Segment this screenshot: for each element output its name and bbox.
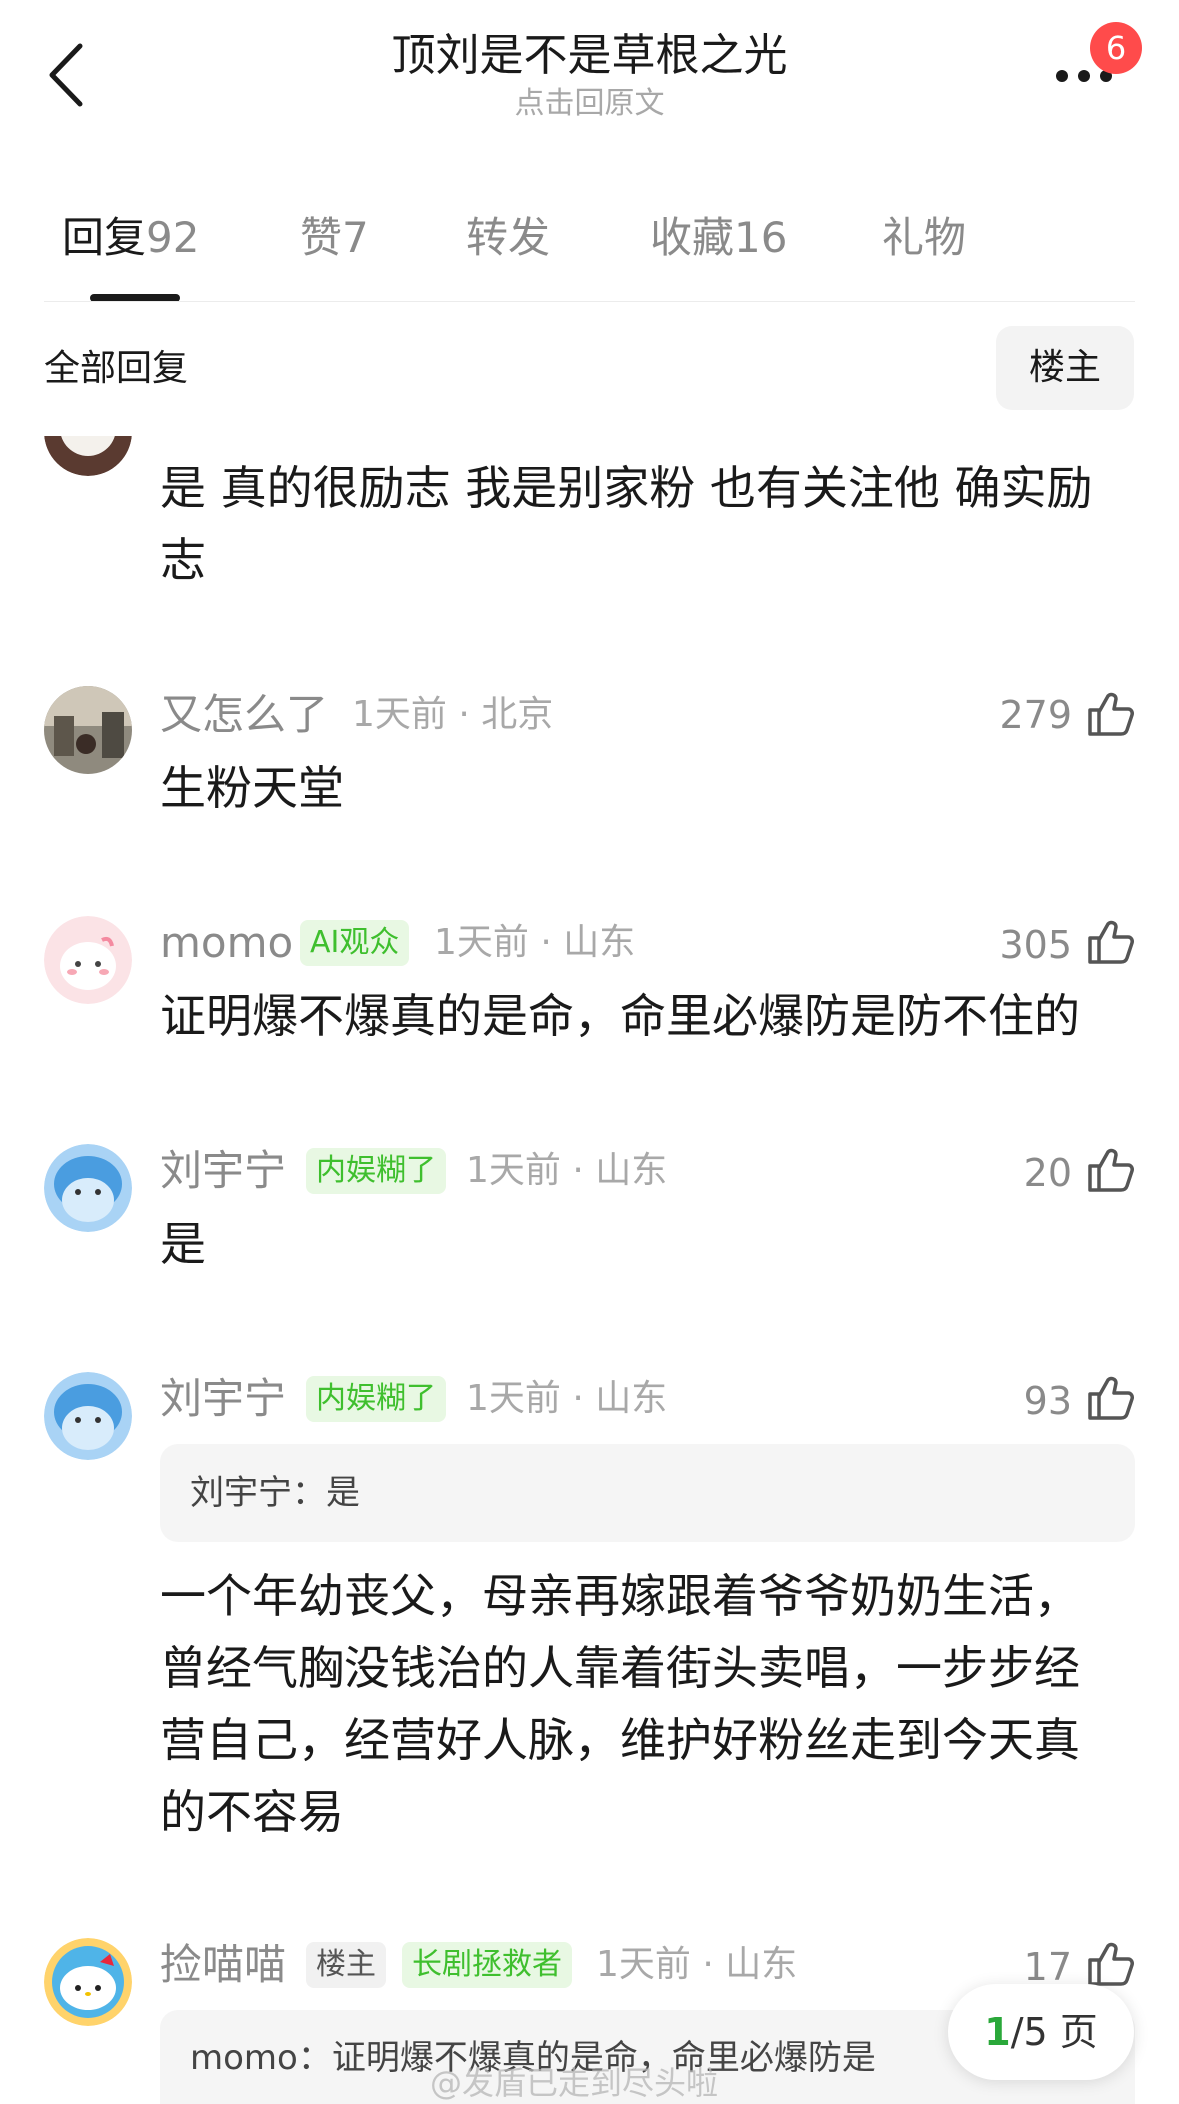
fan-badge: 内娱糊了	[306, 1148, 446, 1194]
tab-replies-label: 回复	[62, 213, 147, 262]
quoted-reply[interactable]: 刘宇宁：是	[160, 1444, 1135, 1542]
tab-divider	[44, 301, 1135, 302]
avatar[interactable]	[44, 1144, 132, 1232]
fan-badge: 内娱糊了	[306, 1376, 446, 1422]
username[interactable]: 刘宇宁	[160, 1372, 286, 1426]
comment-text: 一个年幼丧父，母亲再嫁跟着爷爷奶奶生活，	[160, 1569, 1080, 1623]
comment-text: 的不容易	[160, 1785, 344, 1839]
tab-likes[interactable]: 赞7	[300, 208, 369, 268]
comment-meta: 1天前 · 山东	[434, 922, 636, 963]
tab-gifts[interactable]: 礼物	[882, 208, 966, 268]
avatar[interactable]	[44, 686, 132, 774]
current-page: 1	[984, 2010, 1011, 2054]
page-title[interactable]: 顶刘是不是草根之光	[0, 28, 1179, 84]
comment-meta: 1天前 · 山东	[466, 1378, 668, 1419]
back-to-original-link[interactable]: 点击回原文	[0, 86, 1179, 122]
tab-favorites-label: 收藏	[650, 213, 735, 262]
tab-favorites-count: 16	[734, 213, 788, 262]
comment-text: 生粉天堂	[160, 761, 344, 815]
thumbs-up-icon[interactable]	[1084, 916, 1136, 968]
avatar[interactable]	[44, 1372, 132, 1460]
comment-meta: 1天前 · 山东	[596, 1944, 798, 1985]
op-badge: 楼主	[306, 1942, 386, 1988]
tab-favorites[interactable]: 收藏16	[650, 208, 787, 268]
avatar[interactable]	[44, 1938, 132, 2026]
total-pages: /5 页	[1010, 2010, 1098, 2054]
comment-text: 是 真的很励志 我是别家粉 也有关注他 确实励	[160, 461, 1093, 515]
username[interactable]: 刘宇宁	[160, 1144, 286, 1198]
thumbs-up-icon[interactable]	[1084, 1372, 1136, 1424]
avatar[interactable]	[44, 388, 132, 476]
watermark: @发盾已走到尽头啦	[430, 2064, 719, 2102]
comment-text: 曾经气胸没钱治的人靠着街头卖唱，一步步经	[160, 1641, 1080, 1695]
username[interactable]: 捡喵喵	[160, 1938, 286, 1992]
tab-replies[interactable]: 回复92	[62, 208, 199, 268]
comment-text: 是	[160, 1217, 206, 1271]
like-count: 20	[1023, 1151, 1072, 1195]
like-count: 93	[1023, 1379, 1072, 1423]
comment-text: 志	[160, 533, 206, 587]
tab-likes-count: 7	[342, 213, 369, 262]
tab-likes-label: 赞	[300, 213, 343, 262]
fan-badge: AI观众	[300, 920, 410, 966]
tab-reposts[interactable]: 转发	[466, 208, 550, 268]
thumbs-up-icon[interactable]	[1084, 688, 1136, 740]
thumbs-up-icon[interactable]	[1084, 1144, 1136, 1196]
username[interactable]: 又怎么了	[160, 688, 328, 742]
like-count: 305	[999, 923, 1072, 967]
comment-meta: 1天前 · 山东	[466, 1150, 668, 1191]
username[interactable]: momo	[160, 916, 293, 970]
op-only-button[interactable]: 楼主	[996, 326, 1134, 410]
tab-replies-count: 92	[146, 213, 200, 262]
comment-text: 营自己，经营好人脉，维护好粉丝走到今天真	[160, 1713, 1080, 1767]
tab-reposts-label: 转发	[466, 213, 551, 262]
avatar[interactable]	[44, 916, 132, 1004]
comment-text: 证明爆不爆真的是命，命里必爆防是防不住的	[160, 989, 1080, 1043]
tab-gifts-label: 礼物	[882, 213, 967, 262]
like-count: 279	[999, 693, 1072, 737]
notification-badge: 6	[1090, 22, 1142, 74]
quoted-reply-text: 刘宇宁：是	[190, 1473, 360, 1513]
fan-badge: 长剧拯救者	[402, 1942, 572, 1988]
all-replies-label[interactable]: 全部回复	[44, 344, 188, 394]
thumbs-up-icon[interactable]	[1084, 1938, 1136, 1990]
comment-meta: 1天前 · 北京	[352, 694, 554, 735]
page-indicator[interactable]: 1/5 页	[948, 1984, 1134, 2080]
